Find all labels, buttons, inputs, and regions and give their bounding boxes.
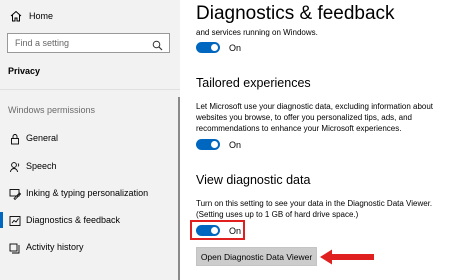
page-title: Diagnostics & feedback	[196, 3, 395, 24]
sidebar-item-label: General	[26, 133, 59, 143]
sidebar-item-label: Diagnostics & feedback	[26, 215, 121, 225]
home-icon	[10, 10, 22, 22]
main-content: Diagnostics & feedback and services runn…	[180, 0, 474, 280]
sidebar: Home Find a setting Privacy Windows perm…	[0, 0, 180, 280]
tailored-experiences-heading: Tailored experiences	[196, 76, 311, 90]
tailored-description-line: websites you browse, to offer you person…	[196, 113, 412, 122]
home-nav-item[interactable]: Home	[10, 9, 53, 23]
toggle-highlight-annotation	[190, 220, 245, 240]
diagnostics-icon	[9, 214, 21, 226]
tailored-description-line: Let Microsoft use your diagnostic data, …	[196, 102, 434, 111]
sidebar-item-label: Activity history	[26, 242, 84, 252]
section-title-privacy: Privacy	[8, 66, 41, 76]
top-toggle-row: On	[196, 42, 241, 53]
home-label: Home	[29, 11, 54, 21]
windows-permissions-header: Windows permissions	[8, 105, 96, 115]
search-placeholder: Find a setting	[15, 38, 70, 48]
sidebar-item-label: Inking & typing personalization	[26, 188, 149, 198]
tailored-description-line: recommendations to enhance your Microsof…	[196, 124, 402, 133]
sidebar-item-label: Speech	[26, 161, 57, 171]
search-box[interactable]: Find a setting	[7, 33, 170, 53]
sidebar-item-activity-history[interactable]: Activity history	[0, 237, 180, 257]
sidebar-item-diagnostics-feedback[interactable]: Diagnostics & feedback	[0, 210, 180, 230]
tailored-experiences-toggle[interactable]	[196, 139, 220, 150]
sidebar-item-general[interactable]: General	[0, 128, 180, 148]
toggle-knob	[211, 141, 218, 148]
top-description: and services running on Windows.	[196, 28, 318, 37]
toggle-state-label: On	[229, 139, 242, 150]
top-toggle-switch[interactable]	[196, 42, 220, 53]
view-data-description-line: Turn on this setting to see your data in…	[196, 199, 433, 208]
red-arrow-annotation-icon	[319, 248, 375, 271]
activity-history-icon	[9, 241, 21, 254]
view-data-description-line: (Setting uses up to 1 GB of hard drive s…	[196, 210, 359, 219]
active-indicator	[0, 212, 3, 228]
speech-icon	[9, 160, 21, 173]
sidebar-item-inking-typing[interactable]: Inking & typing personalization	[0, 183, 180, 203]
search-icon[interactable]	[152, 38, 163, 56]
inking-icon	[9, 187, 22, 201]
toggle-knob	[211, 44, 218, 51]
sidebar-item-speech[interactable]: Speech	[0, 156, 180, 176]
open-diagnostic-data-viewer-button[interactable]: Open Diagnostic Data Viewer	[196, 247, 317, 266]
lock-icon	[9, 132, 21, 145]
tailored-toggle-row: On	[196, 139, 241, 150]
toggle-state-label: On	[229, 42, 242, 53]
view-diagnostic-data-heading: View diagnostic data	[196, 173, 311, 187]
sidebar-divider	[0, 89, 180, 90]
